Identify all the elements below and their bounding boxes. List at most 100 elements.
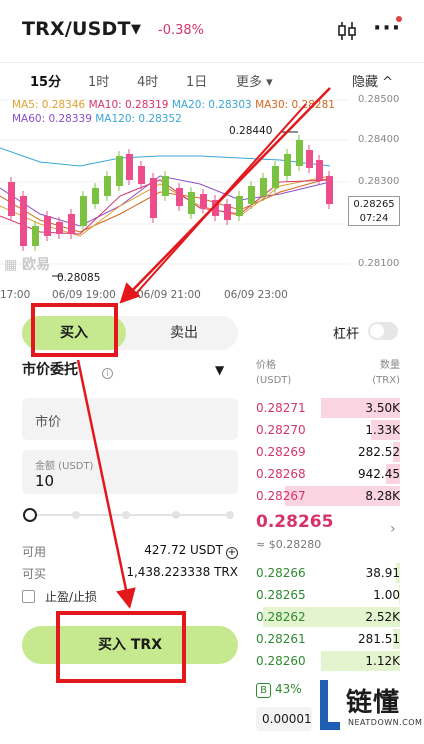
ask-price: 0.28271 [256, 401, 306, 415]
notification-dot [396, 16, 402, 22]
candle-body [32, 226, 39, 246]
ma10-label: MA10: 0.28319 [88, 99, 169, 111]
slider-tick[interactable] [172, 511, 180, 519]
amount-label: 金额 (USDT) [35, 461, 94, 472]
chevron-down-icon[interactable]: ▼ [131, 22, 141, 37]
ask-row[interactable]: 0.28270 1.33K [256, 420, 400, 440]
candle-body [316, 160, 323, 180]
bid-qty: 38.91 [365, 566, 400, 580]
ask-price: 0.28270 [256, 423, 306, 437]
buy-ratio: B 43% [256, 682, 302, 698]
candlestick-icon[interactable] [336, 20, 358, 42]
price-input[interactable]: 市价 [22, 398, 238, 440]
bid-row[interactable]: 0.28260 1.12K [256, 651, 400, 671]
slider-knob[interactable] [23, 508, 37, 522]
tab-1h[interactable]: 1时 [88, 71, 109, 90]
bid-qty: 1.12K [365, 654, 400, 668]
qty-header-wrap: 数量 (TRX) [372, 358, 400, 388]
amount-slider[interactable] [22, 508, 238, 522]
slider-track [30, 514, 230, 516]
ma-legend-row-1: MA5: 0.28346 MA10: 0.28319 MA20: 0.28303… [12, 99, 335, 111]
bid-price: 0.28260 [256, 654, 306, 668]
bid-row[interactable]: 0.28262 2.52K [256, 607, 400, 627]
ask-row[interactable]: 0.28269 282.52 [256, 442, 400, 462]
logo-subtext: NEATDOWN.COM [348, 718, 423, 727]
watermark-text: 欧易 [22, 257, 51, 273]
precision-select[interactable]: 0.00001 [256, 707, 312, 731]
ask-row[interactable]: 0.28267 8.28K [256, 486, 400, 506]
bid-price: 0.28265 [256, 588, 306, 602]
mid-price[interactable]: 0.28265 [256, 512, 333, 532]
site-logo: 链懂 NEATDOWN.COM [316, 676, 423, 740]
bid-price: 0.28266 [256, 566, 306, 580]
tab-1d[interactable]: 1日 [186, 71, 207, 90]
candle-body [306, 150, 313, 168]
qty-unit: (TRX) [372, 375, 400, 386]
candle-body [92, 188, 99, 204]
info-icon[interactable]: i [102, 368, 113, 379]
bid-price: 0.28261 [256, 632, 306, 646]
time-tick: 06/09 21:00 [137, 289, 201, 301]
pair-title[interactable]: TRX/USDT [22, 18, 131, 40]
ma120-label: MA120: 0.28352 [95, 113, 182, 125]
logo-text: 链懂 [346, 688, 401, 718]
plus-circle-icon[interactable]: + [226, 547, 238, 559]
leverage-toggle[interactable] [368, 322, 398, 340]
candle-body [248, 186, 255, 204]
chevron-right-icon[interactable]: › [390, 521, 396, 537]
can-buy-value: 1,438.223338 TRX [126, 565, 238, 579]
orderbook-header: 价格 (USDT) 数量 (TRX) [256, 358, 400, 388]
order-type-label: 市价委托 [22, 362, 78, 378]
time-tick: 17:00 [0, 289, 31, 301]
candle-body [44, 216, 51, 236]
tab-15m[interactable]: 15分 [30, 71, 61, 90]
bid-row[interactable]: 0.28265 1.00 [256, 585, 400, 605]
slider-tick[interactable] [122, 511, 130, 519]
ma20-label: MA20: 0.28303 [171, 99, 252, 111]
tab-4h[interactable]: 4时 [137, 71, 158, 90]
ma30-label: MA30: 0.28281 [255, 99, 335, 111]
high-label: 0.28440 [229, 125, 273, 137]
bid-row[interactable]: 0.28261 281.51 [256, 629, 400, 649]
ask-row[interactable]: 0.28268 942.45 [256, 464, 400, 484]
candle-body [80, 196, 87, 226]
tab-more[interactable]: 更多 ▾ [236, 71, 273, 90]
ask-row[interactable]: 0.28271 3.50K [256, 398, 400, 418]
candle-body [326, 176, 333, 204]
candle-body [176, 188, 183, 206]
kline-chart[interactable]: MA5: 0.28346 MA10: 0.28319 MA20: 0.28303… [0, 94, 424, 306]
candle-body [162, 176, 169, 196]
tpsl-label: 止盈/止损 [45, 590, 98, 604]
slider-tick[interactable] [72, 511, 80, 519]
candle-body [68, 214, 75, 234]
candle-body [104, 176, 111, 196]
candle-body [296, 140, 303, 166]
bid-qty: 1.00 [373, 588, 400, 602]
tpsl-checkbox-row[interactable]: 止盈/止损 [22, 588, 97, 605]
hide-chart-button[interactable]: 隐藏 ^ [352, 71, 393, 90]
price-tick: 0.28400 [358, 134, 400, 145]
available-value-wrap: 427.72 USDT + [144, 543, 238, 559]
available-label: 可用 [22, 545, 47, 559]
mid-price-usd: ≈ $0.28280 [256, 538, 322, 551]
bid-qty: 281.51 [358, 632, 400, 646]
ratio-value: 43% [275, 682, 302, 696]
current-price-tag: 0.28265 07:24 [348, 196, 400, 226]
tab-sell[interactable]: 卖出 [132, 316, 236, 350]
order-type-select[interactable]: 市价委托 i ▼ [22, 359, 238, 389]
candle-body [8, 182, 15, 216]
price-tick: 0.28500 [358, 94, 400, 105]
candle-body [200, 194, 207, 208]
candle-body [284, 154, 291, 176]
available-value: 427.72 USDT [144, 543, 223, 557]
toggle-knob [370, 324, 384, 338]
timeframe-bar: 15分 1时 4时 1日 更多 ▾ 隐藏 ^ [0, 62, 424, 96]
slider-tick[interactable] [226, 511, 234, 519]
price-change: -0.38% [158, 23, 204, 38]
bid-row[interactable]: 0.28266 38.91 [256, 563, 400, 583]
amount-input[interactable]: 金额 (USDT) 10 [22, 450, 238, 494]
tpsl-checkbox[interactable] [22, 590, 35, 603]
highlight-box-buy-button [56, 611, 186, 683]
low-label: 0.28085 [57, 272, 101, 284]
qty-header: 数量 [380, 360, 400, 371]
